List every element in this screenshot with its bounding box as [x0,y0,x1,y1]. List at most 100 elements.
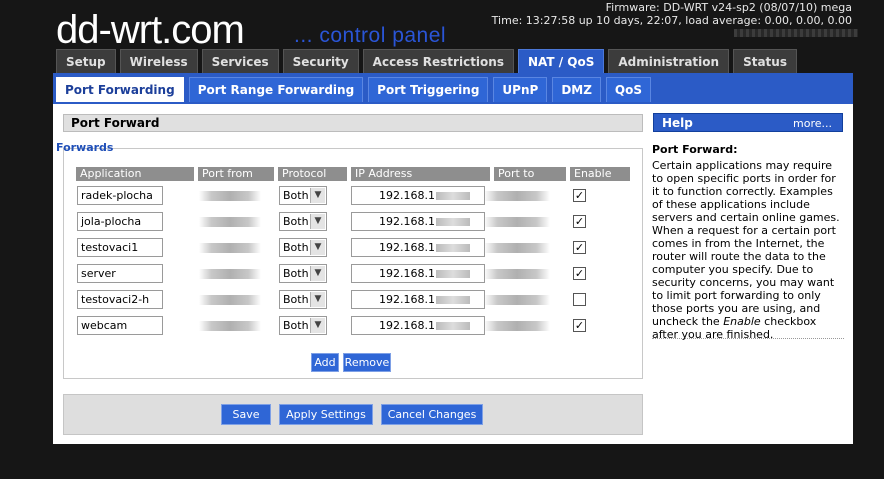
ip-address-input[interactable]: 192.168.1 [351,264,485,283]
protocol-select[interactable]: Both ▼ [279,316,327,335]
section-title: Port Forward [63,114,643,132]
port-from-redacted[interactable] [199,295,261,305]
application-input[interactable]: server [77,264,163,283]
ip-address-input[interactable]: 192.168.1 [351,290,485,309]
enable-checkbox[interactable] [573,293,586,306]
col-application: Application [76,167,194,181]
tab-status[interactable]: Status [733,49,797,73]
subtab-upnp[interactable]: UPnP [493,77,548,102]
protocol-value: Both [283,241,309,254]
col-port-from: Port from [198,167,274,181]
protocol-value: Both [283,319,309,332]
enable-checkbox[interactable]: ✓ [573,267,586,280]
ip-prefix: 192.168.1 [379,189,435,202]
tab-access-restrictions[interactable]: Access Restrictions [362,49,514,73]
help-text: Certain applications may require to open… [652,159,844,341]
port-to-redacted[interactable] [484,191,550,201]
port-to-redacted[interactable] [484,217,550,227]
port-to-redacted[interactable] [484,321,550,331]
application-input[interactable]: radek-plocha [77,186,163,205]
subtab-port-forwarding[interactable]: Port Forwarding [56,77,184,102]
ip-redacted [435,296,470,304]
col-ip-address: IP Address [351,167,490,181]
ip-address-input[interactable]: 192.168.1 [351,186,485,205]
subtab-port-range-forwarding[interactable]: Port Range Forwarding [188,77,364,102]
control-panel-tagline: ... control panel [294,24,447,47]
protocol-select[interactable]: Both ▼ [279,186,327,205]
ip-prefix: 192.168.1 [379,215,435,228]
ip-address-input[interactable]: 192.168.1 [351,316,485,335]
protocol-select[interactable]: Both ▼ [279,238,327,257]
chevron-down-icon: ▼ [310,240,325,255]
chevron-down-icon: ▼ [310,292,325,307]
subtab-dmz[interactable]: DMZ [552,77,601,102]
enable-checkbox[interactable]: ✓ [573,241,586,254]
chevron-down-icon: ▼ [310,266,325,281]
sub-tabs: Port Forwarding Port Range Forwarding Po… [56,77,652,102]
ip-redacted [435,270,470,278]
port-from-redacted[interactable] [199,191,261,201]
ip-prefix: 192.168.1 [379,293,435,306]
protocol-value: Both [283,267,309,280]
tab-administration[interactable]: Administration [608,49,730,73]
ip-redacted [435,218,470,226]
enable-checkbox[interactable]: ✓ [573,215,586,228]
application-input[interactable]: testovaci1 [77,238,163,257]
help-divider [652,338,844,339]
subtab-qos[interactable]: QoS [605,77,652,102]
protocol-select[interactable]: Both ▼ [279,290,327,309]
application-input[interactable]: jola-plocha [77,212,163,231]
port-from-redacted[interactable] [199,217,261,227]
port-from-redacted[interactable] [199,269,261,279]
chevron-down-icon: ▼ [310,188,325,203]
help-text-part: Certain applications may require to open… [652,159,840,328]
col-port-to: Port to [494,167,566,181]
remove-button[interactable]: Remove [343,353,391,372]
ip-redacted [435,192,470,200]
sub-tab-bar: Port Forwarding Port Range Forwarding Po… [53,73,853,104]
logo-suffix: .com [161,8,245,52]
tab-security[interactable]: Security [282,49,359,73]
port-to-redacted[interactable] [484,269,550,279]
apply-settings-button[interactable]: Apply Settings [279,404,373,425]
application-input[interactable]: testovaci2-h [77,290,163,309]
redacted-bar [734,29,858,37]
forwards-legend: Forwards [56,141,114,154]
chevron-down-icon: ▼ [310,214,325,229]
col-protocol: Protocol [278,167,347,181]
main-tabs: Setup Wireless Services Security Access … [56,49,797,73]
enable-checkbox[interactable]: ✓ [573,319,586,332]
ip-prefix: 192.168.1 [379,241,435,254]
ip-address-input[interactable]: 192.168.1 [351,238,485,257]
port-from-redacted[interactable] [199,243,261,253]
ip-redacted [435,322,470,330]
ddwrt-logo: dd-wrt.com [56,8,245,52]
ip-prefix: 192.168.1 [379,267,435,280]
tab-setup[interactable]: Setup [56,49,116,73]
subtab-port-triggering[interactable]: Port Triggering [368,77,489,102]
enable-checkbox[interactable]: ✓ [573,189,586,202]
protocol-value: Both [283,189,309,202]
tab-wireless[interactable]: Wireless [119,49,198,73]
application-input[interactable]: webcam [77,316,163,335]
protocol-value: Both [283,215,309,228]
ip-redacted [435,244,470,252]
cancel-changes-button[interactable]: Cancel Changes [381,404,483,425]
protocol-value: Both [283,293,309,306]
add-button[interactable]: Add [311,353,339,372]
tab-services[interactable]: Services [201,49,279,73]
protocol-select[interactable]: Both ▼ [279,212,327,231]
col-enable: Enable [570,167,630,181]
protocol-select[interactable]: Both ▼ [279,264,327,283]
ip-prefix: 192.168.1 [379,319,435,332]
save-button[interactable]: Save [221,404,271,425]
port-to-redacted[interactable] [484,295,550,305]
chevron-down-icon: ▼ [310,318,325,333]
help-more-link[interactable]: more... [793,117,832,130]
ip-address-input[interactable]: 192.168.1 [351,212,485,231]
tab-nat-qos[interactable]: NAT / QoS [517,49,605,73]
port-from-redacted[interactable] [199,321,261,331]
port-to-redacted[interactable] [484,243,550,253]
uptime-info: Time: 13:27:58 up 10 days, 22:07, load a… [491,14,852,27]
help-text-emphasis: Enable [723,315,761,328]
